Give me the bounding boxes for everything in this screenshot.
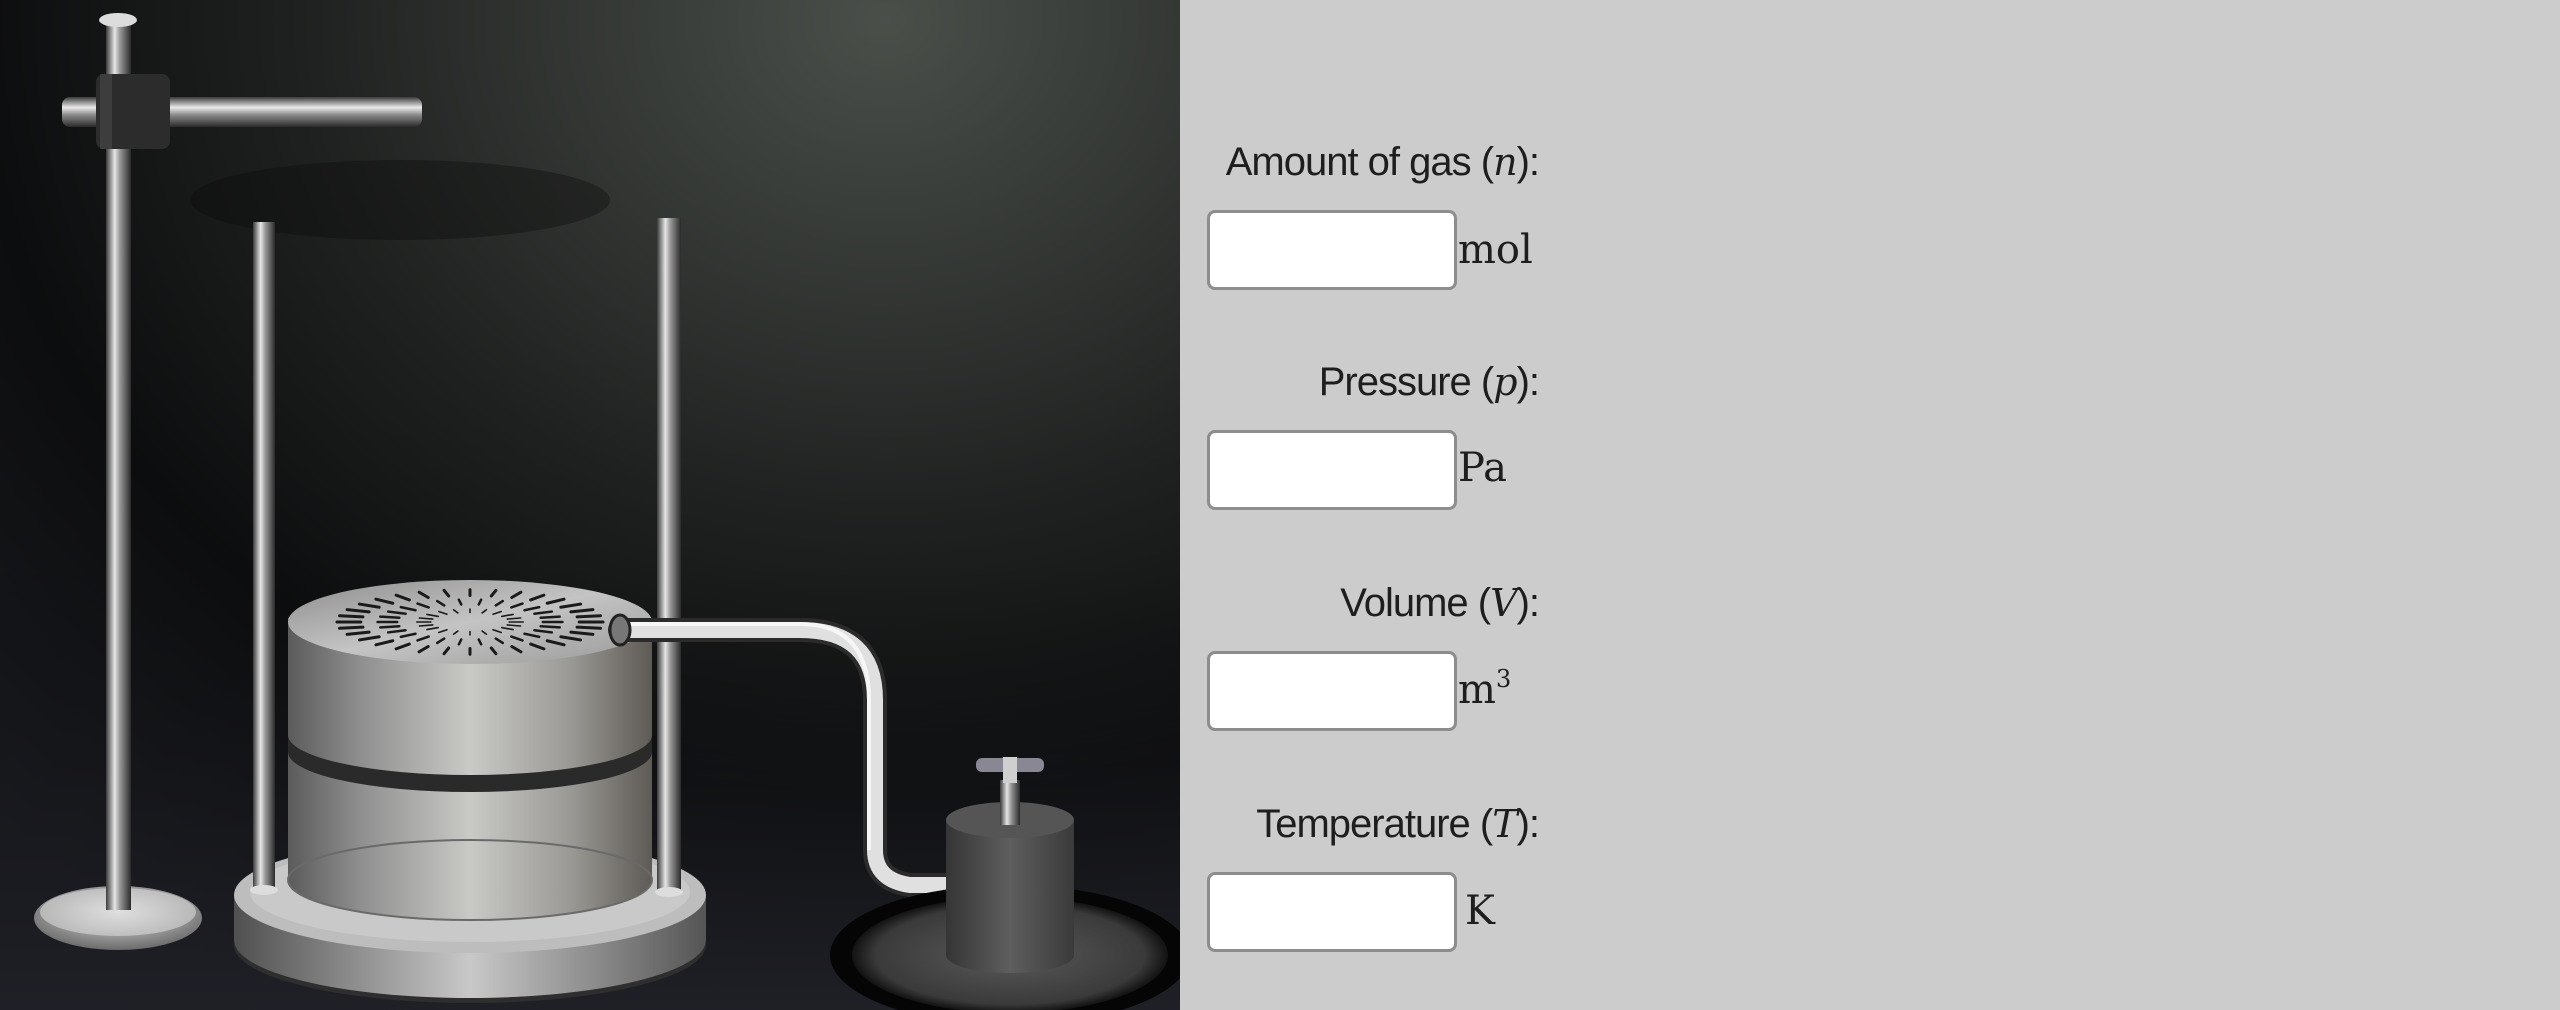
unit-mol: mol	[1458, 227, 1533, 273]
lid-vent-slot	[418, 617, 434, 620]
field-amount-of-gas: Amount of gas (n): mol	[1180, 140, 2560, 320]
symbol-n: n	[1493, 140, 1518, 184]
field-label: Amount of gas (n):	[1180, 140, 1540, 185]
lid-vent-slot	[338, 614, 365, 619]
lid-vent-slot	[338, 625, 365, 630]
symbol-p: p	[1493, 360, 1517, 404]
field-label: Pressure (p):	[1180, 360, 1540, 405]
lid-vent-slot	[379, 615, 401, 620]
field-label-text: Amount of gas (n):	[1225, 140, 1540, 184]
lid-vent-slot	[575, 614, 602, 619]
lid-vent-slot	[539, 615, 561, 620]
lid-vent-slot	[506, 624, 522, 627]
field-pressure: Pressure (p): Pa	[1180, 360, 2560, 540]
field-label: Volume (V):	[1180, 581, 1540, 626]
lid-vent-slot	[379, 624, 401, 629]
lid-vent-slot	[539, 624, 561, 629]
symbol-v: V	[1490, 581, 1517, 625]
lid-vent-slot	[418, 624, 434, 627]
stand-rod	[106, 20, 131, 910]
field-label-text: Temperature (T):	[1256, 802, 1540, 846]
gas-apparatus-scene	[0, 0, 1180, 1010]
field-label-text: Volume (V):	[1340, 581, 1540, 625]
field-label-text: Pressure (p):	[1318, 360, 1540, 404]
symbol-t: T	[1492, 802, 1517, 846]
field-volume: Volume (V): m3	[1180, 581, 2560, 761]
field-label: Temperature (T):	[1180, 802, 1540, 847]
guide-rod-right	[657, 218, 681, 894]
unit-pa: Pa	[1458, 445, 1507, 491]
valve-stem	[1000, 780, 1020, 825]
pressure-input[interactable]	[1207, 430, 1457, 510]
piston-lid[interactable]	[288, 580, 652, 730]
volume-input[interactable]	[1207, 651, 1457, 731]
field-temperature: Temperature (T): K	[1180, 802, 2560, 982]
unit-kelvin: K	[1465, 888, 1495, 934]
unit-cubic-meter: m3	[1458, 665, 1512, 713]
guide-rod-left	[253, 222, 275, 892]
temperature-input[interactable]	[1207, 872, 1457, 952]
lid-vent-slot	[575, 625, 602, 630]
amount-of-gas-input[interactable]	[1207, 210, 1457, 290]
lid-vent-slot	[506, 617, 522, 620]
